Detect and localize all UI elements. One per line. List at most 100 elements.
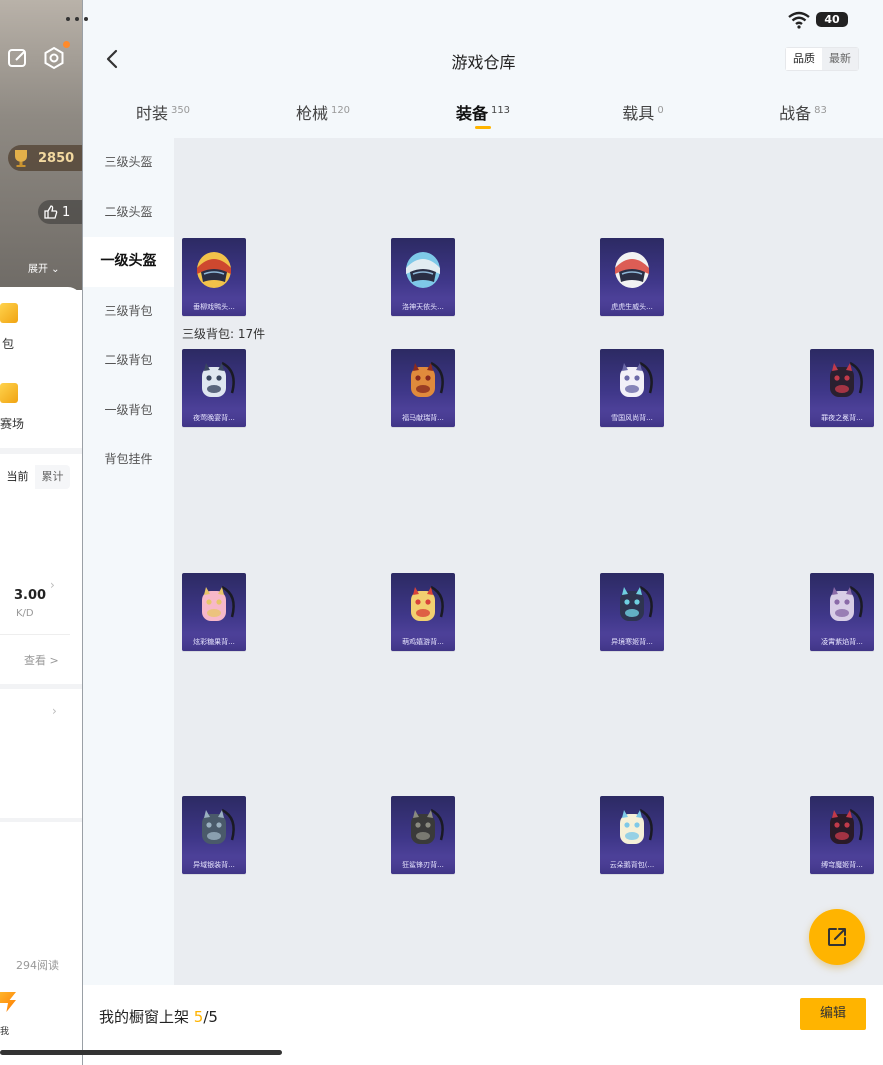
- tab-1[interactable]: 枪械 120: [243, 90, 403, 134]
- backpack-item-card[interactable]: 福马献瑞背...: [391, 349, 455, 427]
- item-name: 异域银装背...: [182, 856, 246, 874]
- bag-label[interactable]: 包: [2, 335, 14, 352]
- backpack-item-card[interactable]: 异境寒姬背...: [600, 573, 664, 651]
- tab-0[interactable]: 时装 350: [83, 90, 243, 134]
- backpack-item-card[interactable]: 云朵鹅背包(...: [600, 796, 664, 874]
- tab-label: 时装: [135, 104, 168, 123]
- backpack-item-card[interactable]: 凌霄紫焰背...: [810, 573, 874, 651]
- read-count: 294阅读: [16, 959, 59, 972]
- backpack-item-card[interactable]: 炫彩糖果背...: [182, 573, 246, 651]
- game-logo-icon[interactable]: [0, 992, 16, 1012]
- backpack-item-card[interactable]: 夜莺晚宴背...: [182, 349, 246, 427]
- trophy-value: 2850: [38, 150, 75, 166]
- helmet-item-card[interactable]: 洛神天依头...: [391, 238, 455, 316]
- segment-total[interactable]: 累计: [35, 465, 70, 489]
- backpack-icon: [830, 808, 863, 844]
- edit-button[interactable]: 编辑: [800, 998, 866, 1030]
- settings-icon[interactable]: [42, 46, 66, 70]
- section-label: 三级背包: 17件: [182, 327, 266, 341]
- item-name: 垂柳戏鸭头...: [182, 298, 246, 316]
- trophy-icon: [15, 150, 27, 167]
- view-link[interactable]: 查看 >: [24, 652, 59, 668]
- subcategory-sidebar: 三级头盔 二级头盔 一级头盔 三级背包 二级背包 一级背包 背包挂件: [83, 138, 174, 985]
- page-title: 游戏仓库: [451, 53, 516, 72]
- backpack-item-card[interactable]: 狂鲨锋刃背...: [391, 796, 455, 874]
- subnav-item-4[interactable]: 二级背包: [83, 336, 174, 386]
- thumbs-up-icon: [44, 205, 58, 219]
- item-name: 虎虎生威头...: [600, 298, 664, 316]
- expand-link[interactable]: 展开 ⌄: [28, 260, 60, 275]
- arena-icon: [0, 383, 18, 403]
- bottom-tab-label[interactable]: 我: [0, 1024, 9, 1037]
- backpack-item-card[interactable]: 缚穹魔姬背...: [810, 796, 874, 874]
- trophy-badge[interactable]: 2850: [8, 145, 82, 171]
- item-grid: 三级背包: 17件 垂柳戏鸭头... 洛神天依头... 虎虎生威头... 夜莺晚宴背.…: [174, 138, 883, 985]
- item-name: 夜莺晚宴背...: [182, 409, 246, 427]
- window-menu-dots[interactable]: [66, 14, 100, 24]
- item-name: 狂鲨锋刃背...: [391, 856, 455, 874]
- share-icon: [828, 928, 846, 946]
- item-name: 异境寒姬背...: [600, 633, 664, 651]
- stats-segment[interactable]: 当前 累计: [0, 465, 70, 489]
- tab-count: 83: [814, 105, 827, 116]
- share-button[interactable]: [809, 909, 865, 965]
- chevron-right-icon[interactable]: ›: [50, 578, 55, 592]
- subnav-item-1[interactable]: 二级头盔: [83, 188, 174, 238]
- wifi-icon: [788, 11, 810, 29]
- backpack-item-card[interactable]: 异域银装背...: [182, 796, 246, 874]
- backpack-icon: [411, 361, 444, 397]
- backpack-icon: [411, 585, 444, 621]
- tab-count: 0: [657, 105, 664, 116]
- subnav-item-0[interactable]: 三级头盔: [83, 138, 174, 188]
- sort-quality-button[interactable]: 品质: [786, 48, 822, 70]
- tab-count: 113: [490, 105, 511, 116]
- item-name: 缚穹魔姬背...: [810, 856, 874, 874]
- backpack-icon: [202, 585, 235, 621]
- tab-label: 枪械: [295, 104, 328, 123]
- battery-indicator: 40: [816, 12, 848, 27]
- like-count: 1: [62, 204, 71, 220]
- edit-icon[interactable]: [6, 46, 30, 70]
- kd-label: K/D: [16, 608, 34, 619]
- item-name: 雪国风尚背...: [600, 409, 664, 427]
- backpack-icon: [620, 808, 653, 844]
- item-name: 洛神天依头...: [391, 298, 455, 316]
- background-profile-page: 2850 1 展开 ⌄ 包 赛场 当前 累计 3.00 K/D › 查看 > ›…: [0, 0, 82, 1065]
- backpack-icon: [830, 585, 863, 621]
- backpack-icon: [620, 585, 653, 621]
- helmet-icon: [197, 252, 231, 288]
- chevron-right-icon[interactable]: ›: [52, 704, 57, 718]
- helmet-item-card[interactable]: 垂柳戏鸭头...: [182, 238, 246, 316]
- tab-label: 战备: [779, 104, 812, 123]
- subnav-item-5[interactable]: 一级背包: [83, 386, 174, 436]
- segment-current[interactable]: 当前: [0, 465, 35, 489]
- tab-3[interactable]: 载具 0: [563, 90, 723, 134]
- arena-label[interactable]: 赛场: [0, 415, 24, 432]
- item-name: 罪夜之冕背...: [810, 409, 874, 427]
- backpack-icon: [830, 361, 863, 397]
- nav-bar: 游戏仓库 品质 最新: [83, 36, 883, 84]
- helmet-icon: [615, 252, 649, 288]
- subnav-item-2[interactable]: 一级头盔: [83, 237, 174, 287]
- backpack-icon: [202, 361, 235, 397]
- item-name: 福马献瑞背...: [391, 409, 455, 427]
- backpack-icon: [620, 361, 653, 397]
- like-button[interactable]: 1: [38, 200, 82, 224]
- tab-2[interactable]: 装备 113: [403, 90, 563, 134]
- subnav-item-6[interactable]: 背包挂件: [83, 435, 174, 485]
- backpack-item-card[interactable]: 萌鸡嬉游背...: [391, 573, 455, 651]
- subnav-item-3[interactable]: 三级背包: [83, 287, 174, 337]
- tab-4[interactable]: 战备 83: [723, 90, 883, 134]
- tab-count: 120: [330, 105, 351, 116]
- sort-latest-button[interactable]: 最新: [822, 48, 858, 70]
- tab-count: 350: [170, 105, 191, 116]
- tab-label: 装备: [455, 104, 488, 123]
- backpack-item-card[interactable]: 雪国风尚背...: [600, 349, 664, 427]
- sort-toggle[interactable]: 品质 最新: [785, 47, 859, 71]
- backpack-item-card[interactable]: 罪夜之冕背...: [810, 349, 874, 427]
- game-warehouse-panel: 游戏仓库 品质 最新 时装 350 枪械 120 装备 113 载具 0 战备 83 三级头盔 二级…: [82, 0, 883, 1065]
- helmet-item-card[interactable]: 虎虎生威头...: [600, 238, 664, 316]
- backpack-icon: [411, 808, 444, 844]
- item-name: 萌鸡嬉游背...: [391, 633, 455, 651]
- category-tabs: 时装 350 枪械 120 装备 113 载具 0 战备 83: [83, 90, 883, 134]
